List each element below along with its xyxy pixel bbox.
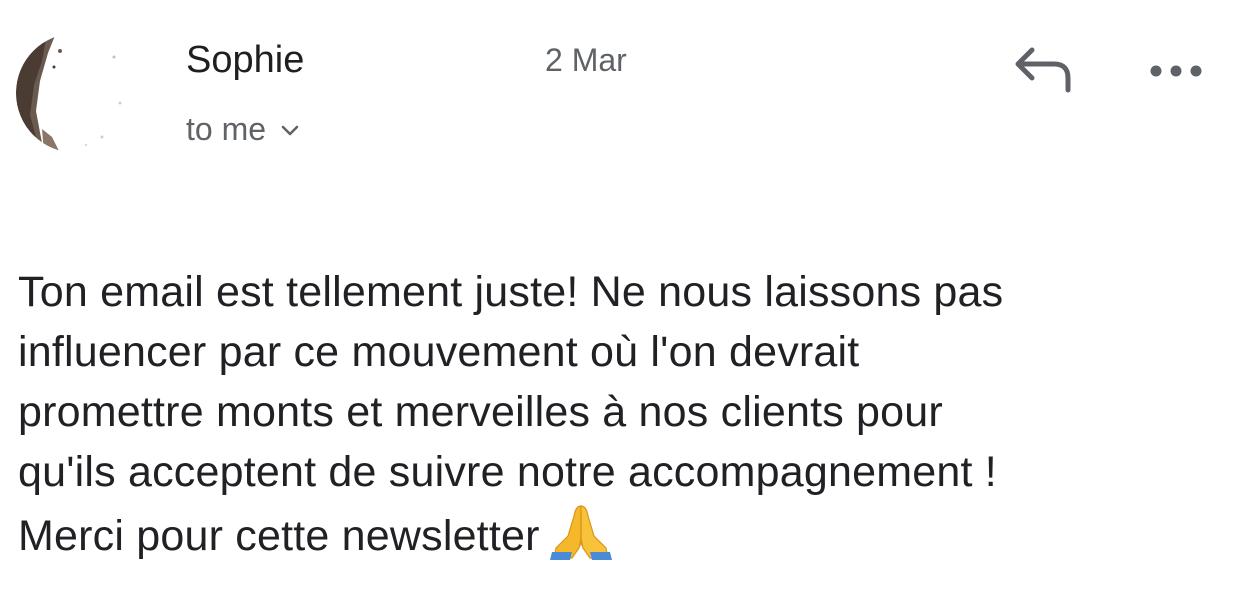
message-line: promettre monts et merveilles à nos clie… (18, 388, 943, 436)
more-options-icon (1150, 65, 1202, 77)
message-line: qu'ils acceptent de suivre notre accompa… (18, 448, 997, 496)
redaction-mask (318, 36, 540, 84)
sender-avatar[interactable] (16, 33, 136, 153)
recipient-details-toggle[interactable]: to me (186, 108, 300, 150)
folded-hands-emoji-icon (549, 505, 612, 560)
reply-button[interactable] (1010, 44, 1076, 96)
recipient-label: to me (186, 111, 267, 147)
message-line: Merci pour cette newsletter (18, 512, 540, 560)
message-line: influencer par ce mouvement où l'on devr… (18, 328, 860, 376)
message-body: Ton email est tellement juste! Ne nous l… (18, 262, 1243, 566)
message-line: Ton email est tellement juste! Ne nous l… (18, 268, 1004, 316)
avatar-photo-icon (16, 33, 136, 153)
email-date: 2 Mar (545, 42, 627, 78)
sender-name[interactable]: Sophie (186, 38, 304, 82)
chevron-down-icon (281, 125, 299, 136)
reply-arrow-icon (1015, 47, 1071, 93)
message-last-line: Merci pour cette newsletter (18, 502, 1243, 566)
more-options-button[interactable] (1146, 56, 1206, 86)
